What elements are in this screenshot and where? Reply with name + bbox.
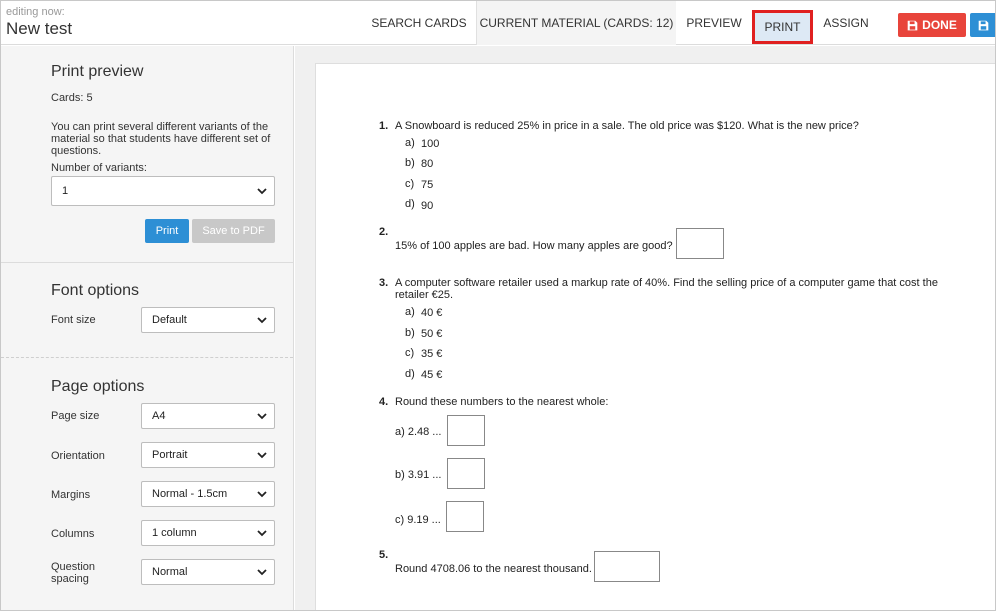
question-spacing-label-line2: spacing (51, 573, 89, 585)
option-letter: d) (405, 368, 415, 380)
chevron-down-icon (257, 569, 267, 576)
columns-value: 1 column (152, 527, 197, 539)
section-divider (1, 262, 293, 263)
question-number: 1. (379, 120, 389, 132)
chevron-down-icon (257, 317, 267, 324)
margins-value: Normal - 1.5cm (152, 488, 228, 500)
print-preview-area[interactable]: 1. A Snowboard is reduced 25% in price i… (295, 46, 995, 610)
save-button[interactable] (970, 13, 995, 37)
option-letter: d) (405, 198, 415, 210)
chevron-down-icon (257, 188, 267, 195)
preview-page: 1. A Snowboard is reduced 25% in price i… (315, 63, 995, 610)
cards-count: Cards: 5 (51, 92, 93, 104)
sub-question-label: b) 3.91 ... (395, 469, 442, 481)
variants-select[interactable]: 1 (51, 176, 275, 206)
section-divider (1, 357, 293, 358)
question-text: Round these numbers to the nearest whole… (395, 396, 609, 408)
tab-current-material[interactable]: CURRENT MATERIAL (CARDS: 12) (476, 1, 676, 45)
answer-box (446, 501, 484, 532)
question-number: 3. (379, 277, 389, 289)
option-value: 35 € (421, 348, 443, 360)
variants-description-line1: You can print several different variants… (51, 121, 269, 133)
page-size-value: A4 (152, 410, 166, 422)
page-size-select[interactable]: A4 (141, 403, 275, 429)
tab-print[interactable]: PRINT (752, 10, 813, 44)
chevron-down-icon (257, 530, 267, 537)
chevron-down-icon (257, 452, 267, 459)
orientation-value: Portrait (152, 449, 188, 461)
top-bar: editing now: New test SEARCH CARDS CURRE… (1, 1, 995, 45)
tab-preview[interactable]: PREVIEW (677, 1, 751, 45)
editing-label: editing now: (6, 6, 65, 18)
option-value: 40 € (421, 307, 443, 319)
app-window: editing now: New test SEARCH CARDS CURRE… (0, 0, 996, 611)
option-value: 90 (421, 200, 434, 212)
variants-value: 1 (62, 185, 69, 197)
print-preview-title: Print preview (51, 63, 144, 80)
font-size-select[interactable]: Default (141, 307, 275, 333)
tab-search-cards[interactable]: SEARCH CARDS (363, 1, 475, 45)
question-number: 4. (379, 396, 389, 408)
option-value: 45 € (421, 369, 443, 381)
save-icon (978, 20, 989, 30)
page-size-label: Page size (51, 410, 100, 422)
option-value: 80 (421, 158, 434, 170)
sub-question-label: c) 9.19 ... (395, 514, 441, 526)
done-button[interactable]: DONE (898, 13, 966, 37)
variants-description-line2: material so that students have different… (51, 133, 271, 145)
chevron-down-icon (257, 491, 267, 498)
answer-box (447, 415, 485, 446)
question-spacing-select[interactable]: Normal (141, 559, 275, 585)
document-title: New test (6, 19, 73, 38)
save-icon (907, 20, 918, 30)
question-text: A Snowboard is reduced 25% in price in a… (395, 120, 859, 132)
question-number: 5. (379, 549, 389, 561)
columns-label: Columns (51, 528, 95, 540)
save-to-pdf-button[interactable]: Save to PDF (192, 219, 275, 243)
option-value: 100 (421, 138, 440, 150)
question-text: retailer €25. (395, 289, 454, 301)
variants-label: Number of variants: (51, 162, 147, 174)
margins-select[interactable]: Normal - 1.5cm (141, 481, 275, 507)
question-text: A computer software retailer used a mark… (395, 277, 938, 289)
question-spacing-label-line1: Question (51, 561, 96, 573)
tab-assign[interactable]: ASSIGN (814, 1, 878, 45)
sub-question-label: a) 2.48 ... (395, 426, 442, 438)
option-value: 50 € (421, 328, 443, 340)
answer-box (594, 551, 660, 582)
option-letter: c) (405, 178, 415, 190)
question-text: Round 4708.06 to the nearest thousand. (395, 563, 592, 575)
question-text: 15% of 100 apples are bad. How many appl… (395, 240, 673, 252)
answer-box (447, 458, 485, 489)
print-button[interactable]: Print (145, 219, 189, 243)
font-options-title: Font options (51, 282, 140, 299)
question-spacing-value: Normal (152, 566, 188, 578)
orientation-select[interactable]: Portrait (141, 442, 275, 468)
font-size-label: Font size (51, 314, 96, 326)
option-value: 75 (421, 179, 434, 191)
font-size-value: Default (152, 314, 187, 326)
answer-box (676, 228, 724, 259)
orientation-label: Orientation (51, 450, 105, 462)
page-options-title: Page options (51, 378, 145, 395)
option-letter: b) (405, 327, 415, 339)
option-letter: c) (405, 347, 415, 359)
option-letter: b) (405, 157, 415, 169)
print-settings-sidebar: Print preview Cards: 5 You can print sev… (1, 46, 294, 610)
margins-label: Margins (51, 489, 91, 501)
question-number: 2. (379, 226, 389, 238)
columns-select[interactable]: 1 column (141, 520, 275, 546)
done-label: DONE (922, 18, 957, 32)
option-letter: a) (405, 306, 415, 318)
variants-description-line3: questions. (51, 145, 102, 157)
chevron-down-icon (257, 413, 267, 420)
option-letter: a) (405, 137, 415, 149)
